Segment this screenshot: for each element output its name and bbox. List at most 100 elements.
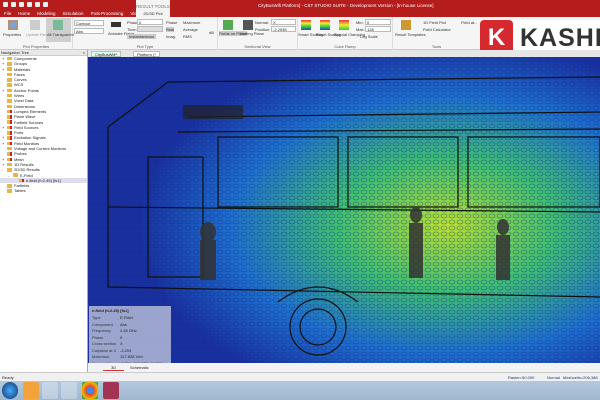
phase-button[interactable]: Phase (166, 20, 177, 25)
navigation-tree: Navigation Tree × + Components + Groups + Mate… (0, 50, 88, 372)
title-bar: CityBusWifi Platform] - CST STUDIO SUITE… (0, 0, 600, 17)
info-title: e-field (f=2.45) [fs1] (92, 308, 129, 313)
group-label: Color Ramp (334, 44, 356, 49)
folder-icon (7, 88, 12, 93)
field-info-overlay: e-field (f=2.45) [fs1] Type E-Field Compon… (89, 306, 171, 366)
group-color-ramp: Smart Scaling Reset Scaling Special Clam… (298, 17, 393, 50)
group-plot-type: Contour Abs Animate Fields Phase: 0 Time… (73, 17, 218, 50)
result-templates-button[interactable]: Result Templates (395, 32, 426, 37)
instantaneous-button[interactable]: Instantaneous (127, 34, 157, 39)
max-label: Max: (356, 27, 365, 32)
group-sectional-view: Fields on Plane Cutting Plane Normal: X … (218, 17, 298, 50)
status-text: Ready (2, 375, 14, 380)
reset-scaling-icon (320, 20, 330, 30)
position-label: Position: (255, 27, 271, 32)
folder-icon (7, 62, 12, 66)
smart-scaling-icon (301, 20, 311, 30)
time-input[interactable] (137, 26, 163, 32)
imag-button[interactable]: Imag. (166, 34, 176, 39)
info-value: 2.45 GHz (120, 328, 137, 333)
folder-icon (13, 173, 18, 177)
view-tab-schematic[interactable]: Schematic (130, 365, 149, 370)
windows-start-icon[interactable] (2, 382, 18, 399)
folder-icon (7, 189, 12, 193)
field-calculator-button[interactable]: Field Calculator (423, 27, 451, 32)
folder-icon (7, 93, 12, 98)
folder-icon (7, 109, 12, 114)
folder-icon (7, 157, 12, 162)
min-input[interactable]: 0 (365, 19, 391, 25)
close-icon[interactable]: × (83, 50, 85, 55)
tree-item[interactable]: Tables (0, 188, 87, 193)
1d-field-plot-button[interactable]: 1D Field Plot (423, 20, 446, 25)
folder-icon (7, 115, 12, 119)
folder-icon (7, 72, 12, 77)
update-results-icon (30, 20, 40, 30)
menu-tab-simulation[interactable]: Simulation (63, 11, 84, 16)
group-plot-properties: Properties Update Results All Transparen… (0, 17, 74, 50)
nav-header: Navigation Tree × (0, 50, 87, 56)
window-title: CityBusWifi Platform] - CST STUDIO SUITE… (258, 3, 434, 8)
folder-icon (7, 136, 12, 140)
tab-2d3d-plot[interactable]: RESULT TOOLS 2D/3D Plot (136, 0, 170, 17)
group-label: Tools (431, 44, 442, 49)
menu-tab-file[interactable]: File (4, 11, 11, 16)
internet-explorer-icon[interactable] (42, 382, 58, 399)
status-bar: Ready Raster=50.000 Normal Meshcells=206… (0, 372, 600, 381)
fields-on-plane-icon (223, 20, 233, 30)
average-button[interactable]: Average (183, 27, 198, 32)
folder-icon (7, 67, 12, 71)
properties-button[interactable]: Properties (3, 32, 21, 37)
max-input[interactable]: 128 (365, 26, 391, 32)
menu-tab-home[interactable]: Home (18, 11, 30, 16)
all-transparent-button[interactable]: All Transparent (46, 18, 74, 42)
bus-sign (183, 105, 243, 119)
folder-icon (7, 131, 12, 135)
file-explorer-icon[interactable] (61, 382, 77, 399)
context-tab-label: 2D/3D Plot (143, 11, 163, 16)
special-clamping-icon (339, 20, 349, 30)
cst-studio-icon[interactable] (103, 382, 119, 399)
contour-dropdown[interactable]: Contour (74, 20, 104, 26)
animate-icon (111, 22, 121, 27)
outlook-icon[interactable] (23, 382, 39, 399)
folder-icon (7, 162, 12, 167)
quick-access-toolbar[interactable] (3, 2, 48, 7)
component-dropdown[interactable]: Abs (74, 28, 104, 34)
nav-title: Navigation Tree (1, 50, 30, 55)
cutting-plane-icon (243, 20, 253, 30)
phase-input[interactable]: 0 (137, 19, 163, 25)
menu-tab-post-processing[interactable]: Post-Processing (91, 11, 124, 16)
db-button[interactable]: dB (209, 30, 214, 35)
tree-item-label: e-field (f=2.45) [fs1] (26, 177, 61, 183)
folder-icon (7, 99, 12, 103)
folder-icon (7, 104, 12, 109)
group-tools: Result Templates 1D Field Plot Field Cal… (393, 17, 480, 50)
logo-text: KASHI (520, 24, 600, 52)
rms-button[interactable]: RMS (183, 34, 192, 39)
position-input[interactable]: -2.2035 (271, 26, 296, 32)
menu-tab-modeling[interactable]: Modeling (37, 11, 55, 16)
view-tabs: 3D Schematic (88, 363, 600, 372)
group-label: Sectional View (244, 44, 271, 49)
transparent-icon (53, 20, 63, 30)
field-at-button[interactable]: Field at... (461, 20, 477, 25)
raster-readout: Raster=50.000 (508, 375, 535, 380)
folder-icon (7, 83, 12, 87)
view-tab-3d[interactable]: 3D (103, 365, 125, 371)
normal-dropdown[interactable]: X (271, 19, 296, 25)
real-button[interactable]: Real (166, 27, 175, 32)
all-transparent-label: All Transparent (47, 32, 74, 37)
folder-icon (7, 168, 12, 172)
folder-icon (7, 125, 12, 130)
chrome-icon[interactable] (82, 382, 98, 399)
mode-readout: Normal (547, 375, 560, 380)
time-label: Time: (127, 27, 137, 32)
properties-icon (8, 20, 18, 30)
folder-icon (7, 146, 12, 151)
normal-label: Normal: (255, 20, 270, 25)
group-label: Plot Properties (22, 44, 50, 49)
maximum-button[interactable]: Maximum (183, 20, 200, 25)
taskbar (0, 381, 600, 400)
log-scale-checkbox[interactable]: Log Scale (360, 34, 378, 39)
